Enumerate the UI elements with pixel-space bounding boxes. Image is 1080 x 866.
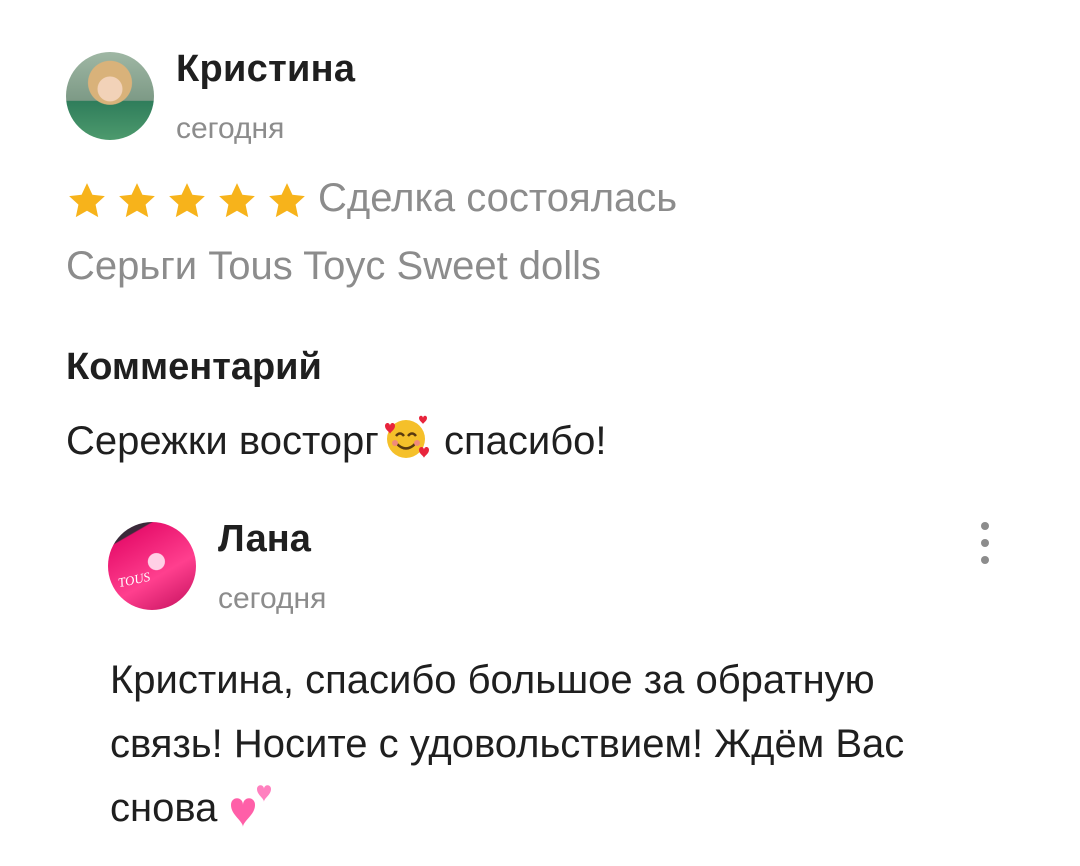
more-options-icon[interactable] <box>970 518 1000 568</box>
seller-avatar[interactable]: TOUS <box>108 522 196 610</box>
rating-stars <box>64 180 310 222</box>
reviewer-avatar[interactable] <box>66 52 154 140</box>
star-icon <box>169 183 205 218</box>
comment-heading: Комментарий <box>66 346 322 388</box>
two-hearts-icon <box>231 785 272 827</box>
dot <box>981 539 989 547</box>
seller-name[interactable]: Лана <box>218 518 311 561</box>
star-icon <box>69 183 105 218</box>
star-icon <box>219 183 255 218</box>
reply-text: Кристина, спасибо большое за обратную св… <box>110 648 990 840</box>
comment-text: Сережки восторг спасибо! <box>66 414 607 464</box>
comment-text-end: спасибо! <box>432 419 607 463</box>
smiling-face-with-hearts-icon <box>384 415 429 458</box>
dot <box>981 556 989 564</box>
reviewer-name[interactable]: Кристина <box>176 48 355 91</box>
product-name[interactable]: Серьги Tous Toyc Sweet dolls <box>66 244 601 289</box>
deal-status: Сделка состоялась <box>318 176 678 220</box>
review-date: сегодня <box>176 112 285 145</box>
dot <box>981 522 989 530</box>
comment-text-start: Сережки восторг <box>66 419 379 463</box>
seller-avatar-logo: TOUS <box>116 568 152 591</box>
reply-date: сегодня <box>218 582 327 615</box>
star-icon <box>269 183 305 218</box>
star-icon <box>119 183 155 218</box>
